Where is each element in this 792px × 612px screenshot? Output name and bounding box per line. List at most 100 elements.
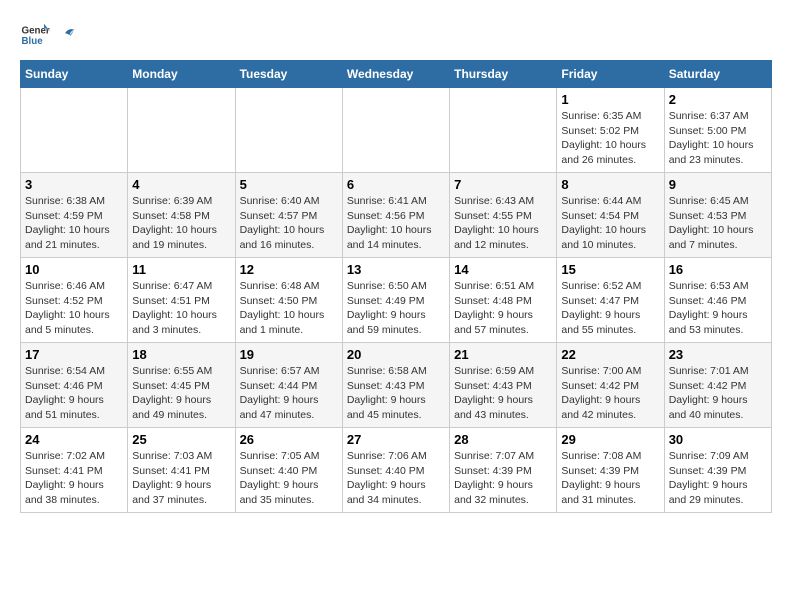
calendar-cell: 30 Sunrise: 7:09 AM Sunset: 4:39 PM Dayli… [664, 428, 771, 513]
day-number: 30 [669, 432, 767, 447]
calendar-cell: 3 Sunrise: 6:38 AM Sunset: 4:59 PM Daylig… [21, 173, 128, 258]
calendar-cell: 26Sunrise: 7:05 AM Sunset: 4:40 PM Dayli… [235, 428, 342, 513]
weekday-header: Tuesday [235, 61, 342, 88]
day-number: 18 [132, 347, 230, 362]
calendar-cell: 14 Sunrise: 6:51 AM Sunset: 4:48 PM Dayli… [450, 258, 557, 343]
page-header: General Blue [20, 20, 772, 50]
weekday-header: Thursday [450, 61, 557, 88]
weekday-header: Friday [557, 61, 664, 88]
day-number: 3 [25, 177, 123, 192]
day-number: 22 [561, 347, 659, 362]
day-number: 15 [561, 262, 659, 277]
day-info: Sunrise: 6:46 AM Sunset: 4:52 PM Dayligh… [25, 279, 123, 338]
day-number: 27 [347, 432, 445, 447]
calendar-cell: 27 Sunrise: 7:06 AM Sunset: 4:40 PM Dayli… [342, 428, 449, 513]
day-info: Sunrise: 6:57 AM Sunset: 4:44 PM Dayligh… [240, 364, 338, 423]
day-info: Sunrise: 6:53 AM Sunset: 4:46 PM Dayligh… [669, 279, 767, 338]
weekday-header: Saturday [664, 61, 771, 88]
day-info: Sunrise: 6:50 AM Sunset: 4:49 PM Dayligh… [347, 279, 445, 338]
day-info: Sunrise: 6:48 AM Sunset: 4:50 PM Dayligh… [240, 279, 338, 338]
day-info: Sunrise: 7:06 AM Sunset: 4:40 PM Dayligh… [347, 449, 445, 508]
day-info: Sunrise: 6:55 AM Sunset: 4:45 PM Dayligh… [132, 364, 230, 423]
day-info: Sunrise: 6:41 AM Sunset: 4:56 PM Dayligh… [347, 194, 445, 253]
day-number: 4 [132, 177, 230, 192]
day-info: Sunrise: 6:54 AM Sunset: 4:46 PM Dayligh… [25, 364, 123, 423]
calendar-cell: 1 Sunrise: 6:35 AM Sunset: 5:02 PM Daylig… [557, 88, 664, 173]
day-number: 5 [240, 177, 338, 192]
day-info: Sunrise: 6:39 AM Sunset: 4:58 PM Dayligh… [132, 194, 230, 253]
calendar-cell [450, 88, 557, 173]
calendar-week-row: 3 Sunrise: 6:38 AM Sunset: 4:59 PM Daylig… [21, 173, 772, 258]
weekday-header: Wednesday [342, 61, 449, 88]
calendar-cell: 23 Sunrise: 7:01 AM Sunset: 4:42 PM Dayli… [664, 343, 771, 428]
calendar-cell: 11Sunrise: 6:47 AM Sunset: 4:51 PM Dayli… [128, 258, 235, 343]
calendar-cell: 17 Sunrise: 6:54 AM Sunset: 4:46 PM Dayli… [21, 343, 128, 428]
calendar-cell: 6 Sunrise: 6:41 AM Sunset: 4:56 PM Daylig… [342, 173, 449, 258]
day-info: Sunrise: 6:38 AM Sunset: 4:59 PM Dayligh… [25, 194, 123, 253]
day-info: Sunrise: 7:02 AM Sunset: 4:41 PM Dayligh… [25, 449, 123, 508]
svg-text:Blue: Blue [22, 36, 44, 47]
day-info: Sunrise: 7:03 AM Sunset: 4:41 PM Dayligh… [132, 449, 230, 508]
day-info: Sunrise: 6:52 AM Sunset: 4:47 PM Dayligh… [561, 279, 659, 338]
calendar-cell: 28 Sunrise: 7:07 AM Sunset: 4:39 PM Dayli… [450, 428, 557, 513]
day-info: Sunrise: 6:35 AM Sunset: 5:02 PM Dayligh… [561, 109, 659, 168]
calendar-cell: 16Sunrise: 6:53 AM Sunset: 4:46 PM Dayli… [664, 258, 771, 343]
logo-icon: General Blue [20, 20, 50, 50]
day-number: 14 [454, 262, 552, 277]
calendar-cell: 5 Sunrise: 6:40 AM Sunset: 4:57 PM Daylig… [235, 173, 342, 258]
day-number: 7 [454, 177, 552, 192]
day-info: Sunrise: 7:00 AM Sunset: 4:42 PM Dayligh… [561, 364, 659, 423]
day-info: Sunrise: 7:09 AM Sunset: 4:39 PM Dayligh… [669, 449, 767, 508]
day-number: 23 [669, 347, 767, 362]
day-info: Sunrise: 6:58 AM Sunset: 4:43 PM Dayligh… [347, 364, 445, 423]
calendar-header-row: SundayMondayTuesdayWednesdayThursdayFrid… [21, 61, 772, 88]
day-info: Sunrise: 6:40 AM Sunset: 4:57 PM Dayligh… [240, 194, 338, 253]
day-number: 8 [561, 177, 659, 192]
calendar-cell: 12 Sunrise: 6:48 AM Sunset: 4:50 PM Dayli… [235, 258, 342, 343]
weekday-header: Sunday [21, 61, 128, 88]
calendar-cell: 9 Sunrise: 6:45 AM Sunset: 4:53 PM Daylig… [664, 173, 771, 258]
calendar-cell [21, 88, 128, 173]
calendar-cell: 20 Sunrise: 6:58 AM Sunset: 4:43 PM Dayli… [342, 343, 449, 428]
logo: General Blue [20, 20, 76, 50]
calendar-cell: 4 Sunrise: 6:39 AM Sunset: 4:58 PM Daylig… [128, 173, 235, 258]
day-number: 2 [669, 92, 767, 107]
day-info: Sunrise: 6:45 AM Sunset: 4:53 PM Dayligh… [669, 194, 767, 253]
day-number: 28 [454, 432, 552, 447]
day-info: Sunrise: 7:05 AM Sunset: 4:40 PM Dayligh… [240, 449, 338, 508]
day-info: Sunrise: 6:51 AM Sunset: 4:48 PM Dayligh… [454, 279, 552, 338]
calendar-cell: 24 Sunrise: 7:02 AM Sunset: 4:41 PM Dayli… [21, 428, 128, 513]
logo-bird-icon [56, 26, 74, 44]
calendar-cell: 13 Sunrise: 6:50 AM Sunset: 4:49 PM Dayli… [342, 258, 449, 343]
day-info: Sunrise: 6:59 AM Sunset: 4:43 PM Dayligh… [454, 364, 552, 423]
day-number: 20 [347, 347, 445, 362]
day-number: 25 [132, 432, 230, 447]
day-number: 9 [669, 177, 767, 192]
calendar-week-row: 24 Sunrise: 7:02 AM Sunset: 4:41 PM Dayli… [21, 428, 772, 513]
calendar-cell: 7Sunrise: 6:43 AM Sunset: 4:55 PM Daylig… [450, 173, 557, 258]
calendar-cell: 29 Sunrise: 7:08 AM Sunset: 4:39 PM Dayli… [557, 428, 664, 513]
day-info: Sunrise: 7:08 AM Sunset: 4:39 PM Dayligh… [561, 449, 659, 508]
day-number: 24 [25, 432, 123, 447]
calendar-cell: 18 Sunrise: 6:55 AM Sunset: 4:45 PM Dayli… [128, 343, 235, 428]
day-number: 17 [25, 347, 123, 362]
calendar-cell: 10 Sunrise: 6:46 AM Sunset: 4:52 PM Dayli… [21, 258, 128, 343]
day-number: 1 [561, 92, 659, 107]
day-number: 12 [240, 262, 338, 277]
day-info: Sunrise: 6:47 AM Sunset: 4:51 PM Dayligh… [132, 279, 230, 338]
day-info: Sunrise: 7:01 AM Sunset: 4:42 PM Dayligh… [669, 364, 767, 423]
calendar-week-row: 10 Sunrise: 6:46 AM Sunset: 4:52 PM Dayli… [21, 258, 772, 343]
day-number: 6 [347, 177, 445, 192]
calendar-week-row: 17 Sunrise: 6:54 AM Sunset: 4:46 PM Dayli… [21, 343, 772, 428]
day-number: 29 [561, 432, 659, 447]
day-number: 10 [25, 262, 123, 277]
calendar-cell: 19 Sunrise: 6:57 AM Sunset: 4:44 PM Dayli… [235, 343, 342, 428]
calendar-table: SundayMondayTuesdayWednesdayThursdayFrid… [20, 60, 772, 513]
day-number: 19 [240, 347, 338, 362]
calendar-week-row: 1 Sunrise: 6:35 AM Sunset: 5:02 PM Daylig… [21, 88, 772, 173]
day-info: Sunrise: 7:07 AM Sunset: 4:39 PM Dayligh… [454, 449, 552, 508]
day-info: Sunrise: 6:37 AM Sunset: 5:00 PM Dayligh… [669, 109, 767, 168]
day-number: 13 [347, 262, 445, 277]
calendar-cell: 2 Sunrise: 6:37 AM Sunset: 5:00 PM Daylig… [664, 88, 771, 173]
day-number: 21 [454, 347, 552, 362]
